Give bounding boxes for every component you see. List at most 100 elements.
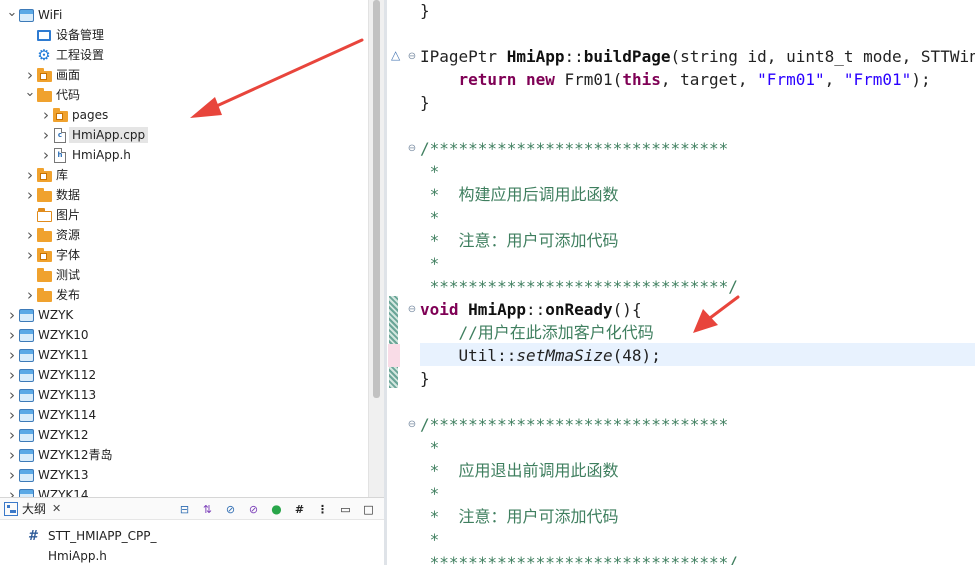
chevron-right-icon[interactable]: ›: [6, 465, 18, 485]
code-token: HmiApp: [468, 300, 526, 319]
code-line[interactable]: return new Frm01(this, target, "Frm01", …: [420, 68, 931, 91]
chevron-right-icon[interactable]: ›: [40, 105, 52, 125]
code-line[interactable]: *******************************/: [420, 275, 738, 298]
hash-icon[interactable]: #: [291, 501, 308, 518]
outline-tab-label: 大纲: [22, 502, 47, 516]
tree-item[interactable]: › WZYK113: [0, 385, 368, 405]
fold-toggle-icon[interactable]: ⊖: [406, 298, 418, 321]
explorer-scrollbar-thumb[interactable]: [373, 0, 380, 398]
chevron-right-icon[interactable]: ›: [6, 365, 18, 385]
tree-item[interactable]: 测试: [0, 265, 368, 285]
tree-item[interactable]: › 数据: [0, 185, 368, 205]
tree-item-label: 代码: [56, 88, 81, 102]
fold-toggle-icon[interactable]: ⊖: [406, 45, 418, 68]
code-token: //用户在此添加客户化代码: [420, 323, 654, 342]
chevron-right-icon[interactable]: ›: [6, 325, 18, 345]
chevron-right-icon[interactable]: ›: [40, 145, 52, 165]
outline-item[interactable]: HmiApp.h: [28, 546, 107, 565]
tree-item[interactable]: › WZYK112: [0, 365, 368, 385]
define-icon: #: [28, 528, 38, 544]
tree-item[interactable]: › 库: [0, 165, 368, 185]
chevron-right-icon[interactable]: ›: [6, 405, 18, 425]
code-line[interactable]: }: [420, 0, 430, 22]
tree-item[interactable]: › 画面: [0, 65, 368, 85]
tree-item[interactable]: › WZYK11: [0, 345, 368, 365]
tree-item[interactable]: › WZYK10: [0, 325, 368, 345]
code-token: }: [420, 369, 430, 388]
tree-item[interactable]: › WZYK12: [0, 425, 368, 445]
chevron-right-icon[interactable]: ›: [6, 385, 18, 405]
chevron-right-icon[interactable]: ›: [24, 165, 36, 185]
project-icon: [18, 367, 34, 383]
code-line[interactable]: *: [420, 528, 440, 551]
code-line[interactable]: * 应用退出前调用此函数: [420, 459, 619, 482]
tree-item[interactable]: › WZYK12青岛: [0, 445, 368, 465]
chevron-right-icon[interactable]: ›: [6, 485, 18, 497]
tree-item[interactable]: › pages: [0, 105, 368, 125]
code-line[interactable]: *: [420, 206, 440, 229]
tree-item[interactable]: ⚙ 工程设置: [0, 45, 368, 65]
tab-outline[interactable]: 大纲 ✕: [4, 498, 67, 520]
tree-item[interactable]: 设备管理: [0, 25, 368, 45]
code-line[interactable]: * 注意：用户可添加代码: [420, 229, 619, 252]
tree-item-label: pages: [72, 108, 109, 122]
tree-item[interactable]: › 发布: [0, 285, 368, 305]
code-line[interactable]: }: [420, 91, 430, 114]
tree-item[interactable]: › WZYK14: [0, 485, 368, 497]
chevron-right-icon[interactable]: ›: [40, 125, 52, 145]
tree-item[interactable]: › 字体: [0, 245, 368, 265]
green-dot-icon[interactable]: ●: [268, 501, 285, 518]
chevron-right-icon[interactable]: ›: [6, 305, 18, 325]
code-line[interactable]: }: [420, 367, 430, 390]
tree-item[interactable]: › h HmiApp.h: [0, 145, 368, 165]
code-line[interactable]: Util::setMmaSize(48);: [420, 344, 661, 367]
hide-fields-icon[interactable]: ⊘: [222, 501, 239, 518]
minimize-icon[interactable]: ▭: [337, 501, 354, 518]
maximize-icon[interactable]: □: [360, 501, 377, 518]
code-line[interactable]: //用户在此添加客户化代码: [420, 321, 654, 344]
project-explorer: ⌄ WiFi 设备管理 ⚙ 工程设置 › 画面 ⌄ 代码 › pages › c HmiApp.cpp › h…: [0, 0, 368, 497]
tree-item[interactable]: ⌄ 代码: [0, 85, 368, 105]
sort-icon[interactable]: ⇅: [199, 501, 216, 518]
chevron-down-icon[interactable]: ⌄: [6, 2, 18, 22]
tree-item[interactable]: › WZYK: [0, 305, 368, 325]
code-line[interactable]: *******************************/: [420, 551, 738, 565]
chevron-right-icon[interactable]: ›: [24, 185, 36, 205]
explorer-scrollbar[interactable]: [368, 0, 384, 497]
code-editor[interactable]: △ }IPagePtr HmiApp::buildPage(string id,…: [387, 0, 975, 565]
tree-item-label: 字体: [56, 248, 81, 262]
view-menu-icon[interactable]: ⋮: [314, 501, 331, 518]
code-line[interactable]: /*******************************: [420, 413, 728, 436]
code-line[interactable]: *: [420, 436, 440, 459]
chevron-right-icon[interactable]: ›: [24, 225, 36, 245]
code-line[interactable]: /*******************************: [420, 137, 728, 160]
close-icon[interactable]: ✕: [52, 502, 61, 515]
tree-item[interactable]: › WZYK13: [0, 465, 368, 485]
tree-item[interactable]: ⌄ WiFi: [0, 5, 368, 25]
chevron-right-icon[interactable]: ›: [6, 445, 18, 465]
chevron-right-icon[interactable]: ›: [6, 425, 18, 445]
hide-static-icon[interactable]: ⊘: [245, 501, 262, 518]
fold-toggle-icon[interactable]: ⊖: [406, 413, 418, 436]
code-line[interactable]: *: [420, 160, 440, 183]
chevron-right-icon[interactable]: ›: [24, 285, 36, 305]
code-line[interactable]: *: [420, 482, 440, 505]
fold-toggle-icon[interactable]: ⊖: [406, 137, 418, 160]
code-token: (48);: [612, 346, 661, 365]
collapse-all-icon[interactable]: ⊟: [176, 501, 193, 518]
chevron-right-icon[interactable]: ›: [24, 245, 36, 265]
tree-item[interactable]: 图片: [0, 205, 368, 225]
override-marker-icon: △: [391, 48, 401, 62]
outline-item[interactable]: # STT_HMIAPP_CPP_: [28, 526, 157, 546]
code-line[interactable]: * 构建应用后调用此函数: [420, 183, 619, 206]
tree-item[interactable]: › 资源: [0, 225, 368, 245]
code-line[interactable]: void HmiApp::onReady(){: [420, 298, 642, 321]
code-line[interactable]: IPagePtr HmiApp::buildPage(string id, ui…: [420, 45, 975, 68]
chevron-down-icon[interactable]: ⌄: [24, 82, 36, 102]
code-line[interactable]: * 注意：用户可添加代码: [420, 505, 619, 528]
code-line[interactable]: *: [420, 252, 440, 275]
tree-item[interactable]: › c HmiApp.cpp: [0, 125, 368, 145]
tree-item[interactable]: › WZYK114: [0, 405, 368, 425]
chevron-right-icon[interactable]: ›: [6, 345, 18, 365]
